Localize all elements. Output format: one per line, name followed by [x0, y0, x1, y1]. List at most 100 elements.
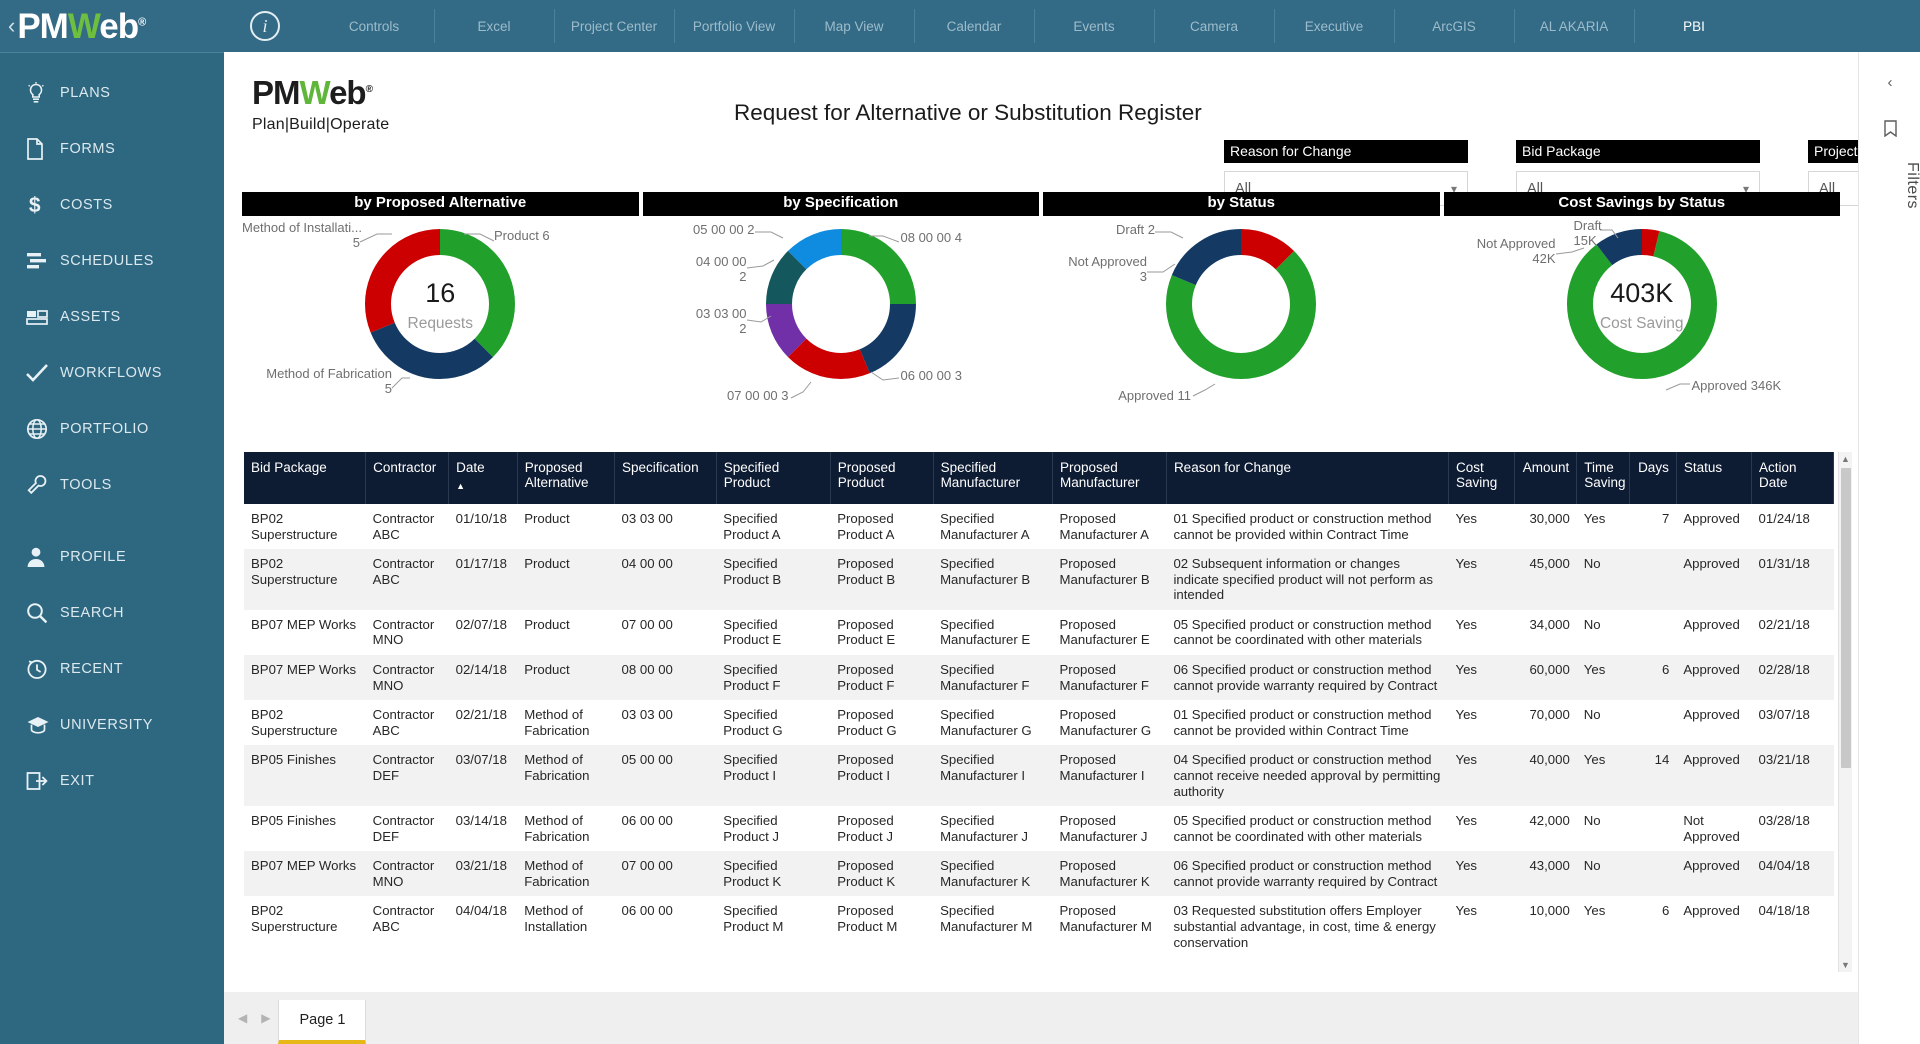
chart2-label-03-03-00: 03 03 00 2 — [643, 306, 747, 337]
chart-title: by Status — [1043, 192, 1440, 216]
cell-status: Approved — [1676, 655, 1751, 700]
cell-specification: 03 03 00 — [615, 504, 717, 549]
sidebar-item-workflows[interactable]: WORKFLOWS — [0, 345, 224, 401]
nav-tab-portfolio-view[interactable]: Portfolio View — [674, 0, 794, 52]
page-tab-page-1[interactable]: Page 1 — [278, 1000, 366, 1044]
col-reason-for-change[interactable]: Reason for Change — [1166, 452, 1448, 504]
document-icon — [26, 138, 60, 160]
cell-days: 6 — [1630, 655, 1676, 700]
cell-cost-saving: Yes — [1448, 745, 1514, 806]
cell-proposed-alternative: Method of Fabrication — [517, 806, 614, 851]
sidebar-item-assets[interactable]: ASSETS — [0, 289, 224, 345]
nav-tab-camera[interactable]: Camera — [1154, 0, 1274, 52]
info-icon[interactable]: i — [250, 11, 280, 41]
table-row[interactable]: BP02 SuperstructureContractor ABC04/04/1… — [244, 896, 1834, 957]
nav-tab-label: Map View — [824, 19, 883, 34]
chart2-label-07-00-00: 07 00 00 3 — [643, 388, 789, 403]
sidebar-item-label: RECENT — [60, 662, 123, 677]
cell-reason: 06 Specified product or construction met… — [1166, 655, 1448, 700]
nav-tab-executive[interactable]: Executive — [1274, 0, 1394, 52]
bookmark-icon[interactable] — [1859, 110, 1920, 146]
app-logo[interactable]: ‹ PMWeb® — [0, 0, 224, 52]
scroll-down-icon[interactable]: ▼ — [1839, 958, 1852, 972]
cell-amount: 70,000 — [1515, 700, 1577, 745]
cell-amount: 30,000 — [1515, 504, 1577, 549]
col-specified-product[interactable]: Specified Product — [716, 452, 830, 504]
col-proposed-alternative[interactable]: Proposed Alternative — [517, 452, 614, 504]
expand-pane-icon[interactable]: ‹ — [1859, 64, 1920, 100]
cell-bid-package: BP07 MEP Works — [244, 610, 366, 655]
cell-bid-package: BP07 MEP Works — [244, 851, 366, 896]
nav-tab-excel[interactable]: Excel — [434, 0, 554, 52]
sidebar-item-profile[interactable]: PROFILE — [0, 529, 224, 585]
sidebar-item-recent[interactable]: RECENT — [0, 641, 224, 697]
nav-tab-controls[interactable]: Controls — [314, 0, 434, 52]
table-row[interactable]: BP02 SuperstructureContractor ABC01/17/1… — [244, 549, 1834, 610]
cell-cost-saving: Yes — [1448, 896, 1514, 957]
cell-status: Approved — [1676, 610, 1751, 655]
sidebar-item-exit[interactable]: EXIT — [0, 753, 224, 809]
table-row[interactable]: BP05 FinishesContractor DEF03/14/18Metho… — [244, 806, 1834, 851]
nav-tab-events[interactable]: Events — [1034, 0, 1154, 52]
slice-name: Method of Installati... — [242, 220, 362, 235]
report-footer: ◀ ▶ Page 1 — [224, 992, 1920, 1044]
col-status[interactable]: Status — [1676, 452, 1751, 504]
sidebar-item-costs[interactable]: $ COSTS — [0, 177, 224, 233]
cell-proposed-manufacturer: Proposed Manufacturer G — [1053, 700, 1167, 745]
nav-tab-arcgis[interactable]: ArcGIS — [1394, 0, 1514, 52]
col-time-saving[interactable]: Time Saving — [1577, 452, 1630, 504]
col-days[interactable]: Days — [1630, 452, 1676, 504]
sidebar-item-tools[interactable]: TOOLS — [0, 457, 224, 513]
chevron-left-icon[interactable]: ◀ — [238, 1011, 247, 1025]
checkmark-icon — [26, 363, 60, 383]
nav-tab-label: Events — [1073, 19, 1114, 34]
cell-proposed-manufacturer: Proposed Manufacturer F — [1053, 655, 1167, 700]
col-contractor[interactable]: Contractor — [366, 452, 449, 504]
cell-action-date: 01/31/18 — [1752, 549, 1834, 610]
cell-specified-product: Specified Product A — [716, 504, 830, 549]
cell-specified-product: Specified Product F — [716, 655, 830, 700]
cell-specified-manufacturer: Specified Manufacturer A — [933, 504, 1052, 549]
scroll-up-icon[interactable]: ▲ — [1839, 452, 1852, 466]
table-row[interactable]: BP07 MEP WorksContractor MNO02/07/18Prod… — [244, 610, 1834, 655]
cell-time-saving: No — [1577, 610, 1630, 655]
cell-days: 14 — [1630, 745, 1676, 806]
table-row[interactable]: BP07 MEP WorksContractor MNO02/14/18Prod… — [244, 655, 1834, 700]
col-cost-saving[interactable]: Cost Saving — [1448, 452, 1514, 504]
scrollbar-thumb[interactable] — [1841, 468, 1851, 768]
sidebar-item-schedules[interactable]: SCHEDULES — [0, 233, 224, 289]
col-amount[interactable]: Amount — [1515, 452, 1577, 504]
sidebar-item-portfolio[interactable]: PORTFOLIO — [0, 401, 224, 457]
chart2-label-05-00-00: 05 00 00 2 — [643, 222, 755, 237]
table-row[interactable]: BP02 SuperstructureContractor ABC02/21/1… — [244, 700, 1834, 745]
cell-reason: 03 Requested substitution offers Employe… — [1166, 896, 1448, 957]
chevron-right-icon[interactable]: ▶ — [261, 1011, 270, 1025]
table-row[interactable]: BP05 FinishesContractor DEF03/07/18Metho… — [244, 745, 1834, 806]
cell-proposed-manufacturer: Proposed Manufacturer J — [1053, 806, 1167, 851]
sidebar-item-forms[interactable]: FORMS — [0, 121, 224, 177]
col-specification[interactable]: Specification — [615, 452, 717, 504]
col-specified-manufacturer[interactable]: Specified Manufacturer — [933, 452, 1052, 504]
table-row[interactable]: BP07 MEP WorksContractor MNO03/21/18Meth… — [244, 851, 1834, 896]
slice-label: Approved 11 — [1118, 388, 1191, 403]
col-bid-package[interactable]: Bid Package — [244, 452, 366, 504]
sidebar-collapse-icon[interactable]: ‹ — [8, 15, 15, 37]
nav-tab-al-akaria[interactable]: AL AKARIA — [1514, 0, 1634, 52]
nav-tab-calendar[interactable]: Calendar — [914, 0, 1034, 52]
col-action-date[interactable]: Action Date — [1752, 452, 1834, 504]
table-row[interactable]: BP02 SuperstructureContractor ABC01/10/1… — [244, 504, 1834, 549]
sidebar-item-university[interactable]: UNIVERSITY — [0, 697, 224, 753]
col-date[interactable]: Date▲ — [449, 452, 518, 504]
table-vertical-scrollbar[interactable]: ▲ ▼ — [1838, 452, 1852, 972]
nav-tab-project-center[interactable]: Project Center — [554, 0, 674, 52]
sidebar-item-plans[interactable]: PLANS — [0, 65, 224, 121]
chart2-label-04-00-00: 04 00 00 2 — [643, 254, 747, 285]
sidebar-item-search[interactable]: SEARCH — [0, 585, 224, 641]
col-proposed-manufacturer[interactable]: Proposed Manufacturer — [1053, 452, 1167, 504]
col-proposed-product[interactable]: Proposed Product — [830, 452, 933, 504]
filter-label: Reason for Change — [1224, 140, 1468, 163]
nav-tab-pbi[interactable]: PBI — [1634, 0, 1754, 52]
cell-days — [1630, 806, 1676, 851]
sidebar-item-label: EXIT — [60, 774, 95, 789]
nav-tab-map-view[interactable]: Map View — [794, 0, 914, 52]
